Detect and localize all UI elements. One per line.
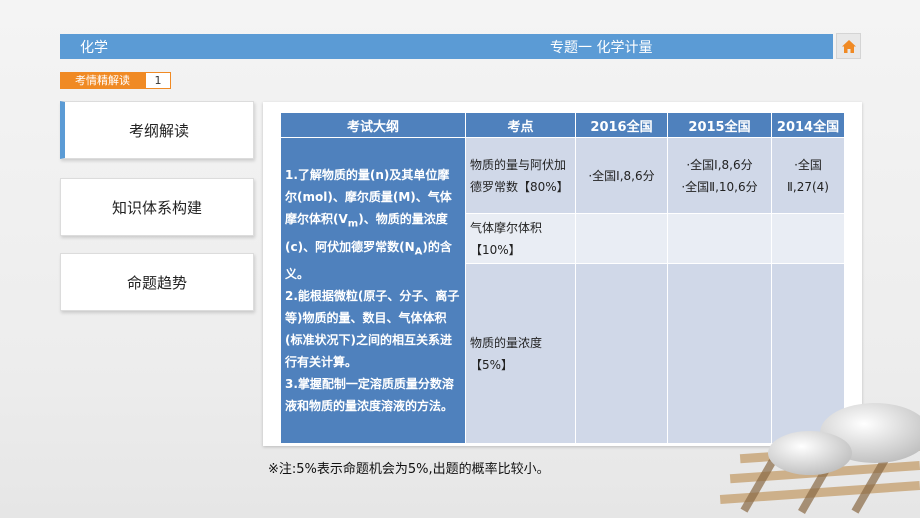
y2014-cell: [771, 213, 845, 264]
section-tag-number: 1: [145, 72, 171, 89]
section-tag-label: 考情精解读: [60, 72, 145, 89]
outline-item-3: 3.掌握配制一定溶质质量分数溶液和物质的量浓度溶液的方法。: [285, 376, 454, 413]
home-button[interactable]: [836, 33, 861, 59]
y2015-cell: ·全国Ⅰ,8,6分 ·全国Ⅱ,10,6分: [667, 137, 772, 214]
header-2015: 2015全国: [667, 112, 772, 138]
section-tag: 考情精解读 1: [60, 72, 171, 89]
header-2016: 2016全国: [575, 112, 668, 138]
y2015-cell: [667, 213, 772, 264]
y2014-cell: ·全国 Ⅱ,27(4): [771, 137, 845, 214]
header-point: 考点: [465, 112, 576, 138]
header-outline: 考试大纲: [280, 112, 466, 138]
title-bar: 化学 专题一 化学计量: [60, 34, 833, 59]
subject-title: 化学: [80, 40, 108, 56]
point-cell: 物质的量浓度【5%】: [465, 263, 576, 444]
header-2014: 2014全国: [771, 112, 845, 138]
y2016-cell: [575, 213, 668, 264]
decorative-stones-image: [719, 403, 920, 514]
footnote: ※注:5%表示命题机会为5%,出题的概率比较小。: [268, 462, 550, 477]
outline-item-2: 2.能根据微粒(原子、分子、离子等)物质的量、数目、气体体积(标准状况下)之间的…: [285, 288, 460, 369]
y2016-cell: [575, 263, 668, 444]
outline-cell: 1.了解物质的量(n)及其单位摩尔(mol)、摩尔质量(M)、气体摩尔体积(Vm…: [280, 137, 466, 444]
point-cell: 物质的量与阿伏加德罗常数【80%】: [465, 137, 576, 214]
nav-knowledge-button[interactable]: 知识体系构建: [60, 178, 254, 236]
topic-title: 专题一 化学计量: [550, 40, 653, 56]
point-cell: 气体摩尔体积【10%】: [465, 213, 576, 264]
outline-sub-m: m: [347, 218, 359, 230]
y2016-cell: ·全国Ⅰ,8,6分: [575, 137, 668, 214]
nav-outline-button[interactable]: 考纲解读: [60, 101, 254, 159]
nav-trend-button[interactable]: 命题趋势: [60, 253, 254, 311]
home-icon: [841, 39, 856, 53]
